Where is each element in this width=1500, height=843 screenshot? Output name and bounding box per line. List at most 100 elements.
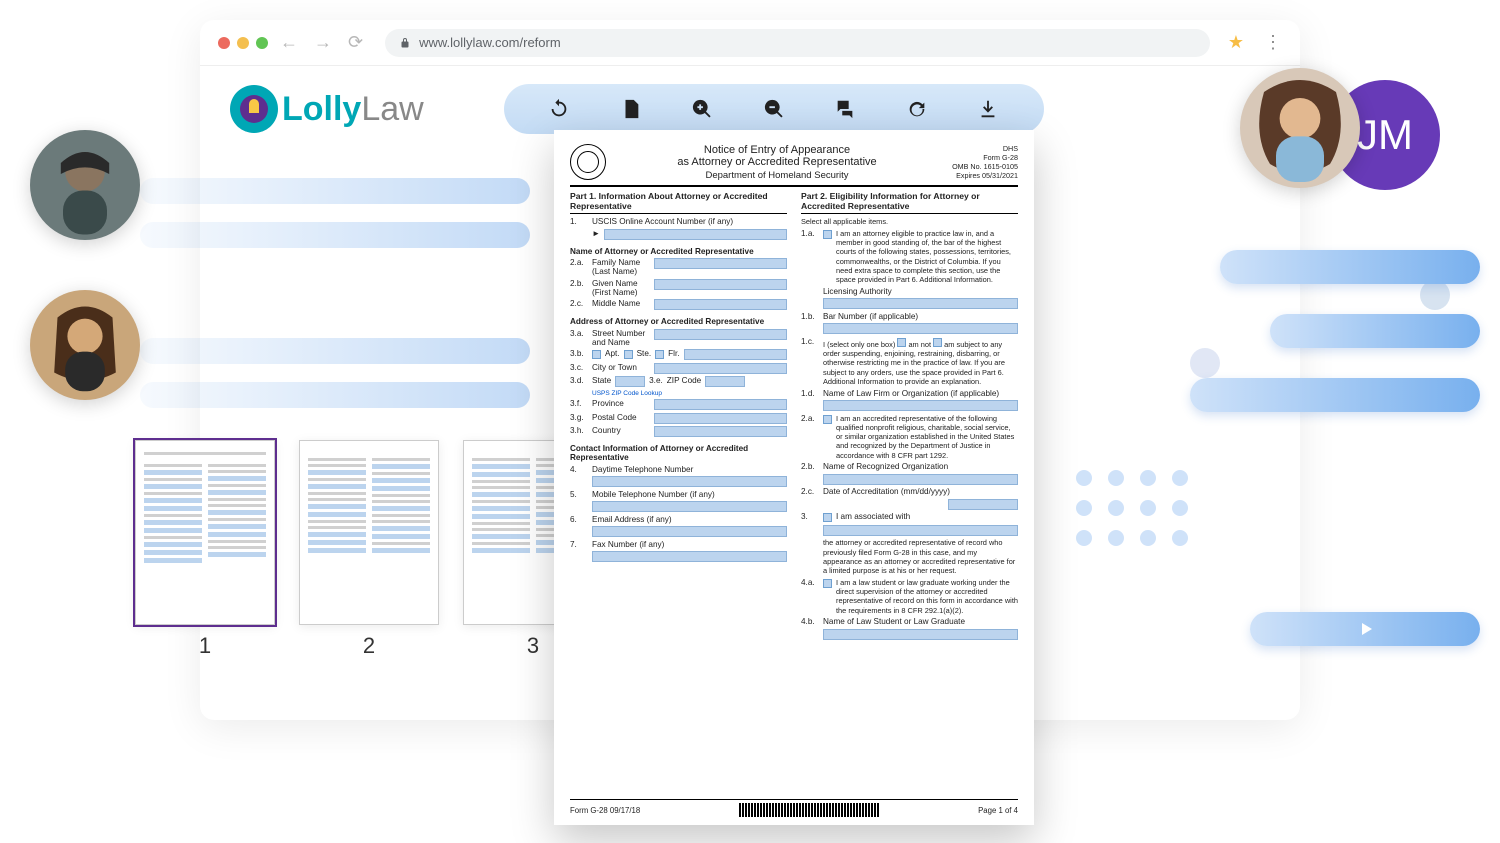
province-field[interactable]: [654, 399, 787, 410]
bookmark-star-icon[interactable]: ★: [1228, 32, 1244, 53]
dhs-seal-icon: [570, 144, 606, 180]
avatar-user-2: [30, 290, 140, 400]
label: Country: [592, 426, 650, 435]
window-maximize-icon[interactable]: [256, 37, 268, 49]
chat-icon[interactable]: [834, 98, 856, 120]
lock-icon: [399, 37, 411, 49]
label: ZIP Code: [667, 376, 701, 385]
uscis-account-field[interactable]: [604, 229, 787, 240]
law-student-checkbox[interactable]: [823, 579, 832, 588]
country-field[interactable]: [654, 426, 787, 437]
street-field[interactable]: [654, 329, 787, 340]
label: Province: [592, 399, 650, 408]
back-button[interactable]: ←: [276, 32, 302, 53]
ste-checkbox[interactable]: [624, 350, 633, 359]
reload-button[interactable]: ⟳: [344, 32, 367, 53]
document-icon[interactable]: [620, 98, 642, 120]
label: USCIS Online Account Number (if any): [592, 217, 733, 226]
associated-checkbox[interactable]: [823, 513, 832, 522]
chat-bubble-left-2: [140, 222, 530, 248]
attorney-checkbox[interactable]: [823, 230, 832, 239]
org-name-field[interactable]: [823, 474, 1018, 485]
form-footer: Form G-28 09/17/18 Page 1 of 4: [570, 799, 1018, 817]
avatar-user-3: [1240, 68, 1360, 188]
label: Daytime Telephone Number: [592, 465, 693, 474]
url-text: www.lollylaw.com/reform: [419, 35, 561, 50]
download-icon[interactable]: [977, 98, 999, 120]
label: the attorney or accredited representativ…: [823, 538, 1018, 575]
chat-bubble-left-1: [140, 178, 530, 204]
thumb-number: 1: [199, 633, 211, 659]
logo[interactable]: LollyLaw: [230, 85, 424, 133]
accredited-rep-checkbox[interactable]: [823, 415, 832, 424]
chat-bubble-right-3: [1190, 378, 1480, 412]
part1-heading: Part 1. Information About Attorney or Ac…: [570, 191, 787, 214]
state-field[interactable]: [615, 376, 645, 387]
label: Mobile Telephone Number (if any): [592, 490, 715, 499]
am-not-checkbox[interactable]: [897, 338, 906, 347]
zoom-in-icon[interactable]: [691, 98, 713, 120]
document-toolbar: [504, 84, 1044, 134]
law-student-name-field[interactable]: [823, 629, 1018, 640]
label: I am a law student or law graduate worki…: [836, 578, 1018, 615]
label: I am an attorney eligible to practice la…: [836, 229, 1018, 285]
licensing-authority-field[interactable]: [823, 298, 1018, 309]
label: Postal Code: [592, 413, 650, 422]
accreditation-date-field[interactable]: [948, 499, 1018, 510]
label: State: [592, 376, 611, 385]
label: I (select only one box): [823, 340, 895, 349]
middle-name-field[interactable]: [654, 299, 787, 310]
meta-expires: Expires 05/31/2021: [948, 171, 1018, 180]
email-field[interactable]: [592, 526, 787, 537]
barcode-icon: [739, 803, 879, 817]
associated-field[interactable]: [823, 525, 1018, 536]
form-title-1: Notice of Entry of Appearance: [606, 144, 948, 156]
footer-page: Page 1 of 4: [978, 806, 1018, 815]
window-close-icon[interactable]: [218, 37, 230, 49]
law-firm-field[interactable]: [823, 400, 1018, 411]
chat-bubble-play[interactable]: [1250, 612, 1480, 646]
label: Ste.: [637, 349, 652, 358]
label: am: [944, 340, 954, 349]
browser-menu-icon[interactable]: ⋮: [1252, 32, 1282, 53]
url-bar[interactable]: www.lollylaw.com/reform: [385, 29, 1210, 57]
refresh-icon[interactable]: [906, 98, 928, 120]
label: I am an accredited representative of the…: [836, 414, 1018, 460]
sync-icon[interactable]: [548, 98, 570, 120]
mobile-phone-field[interactable]: [592, 501, 787, 512]
bar-number-field[interactable]: [823, 323, 1018, 334]
form-part-2: Part 2. Eligibility Information for Atto…: [801, 191, 1018, 642]
thumb-page-1[interactable]: 1: [135, 440, 275, 659]
last-name-field[interactable]: [654, 258, 787, 269]
chat-bubble-left-4: [140, 382, 530, 408]
unit-field[interactable]: [684, 349, 787, 360]
label: Date of Accreditation (mm/dd/yyyy): [823, 487, 950, 496]
label: Bar Number (if applicable): [823, 312, 918, 321]
flr-checkbox[interactable]: [655, 350, 664, 359]
chat-bubble-left-3: [140, 338, 530, 364]
right-chat-bubbles: [1190, 250, 1480, 646]
label: Fax Number (if any): [592, 540, 664, 549]
zoom-out-icon[interactable]: [763, 98, 785, 120]
zip-lookup-link[interactable]: USPS ZIP Code Lookup: [592, 390, 662, 397]
zip-field[interactable]: [705, 376, 745, 387]
window-minimize-icon[interactable]: [237, 37, 249, 49]
logo-text-2: Law: [361, 90, 423, 128]
daytime-phone-field[interactable]: [592, 476, 787, 487]
city-field[interactable]: [654, 363, 787, 374]
label: Street Number and Name: [592, 329, 650, 347]
form-document: Notice of Entry of Appearance as Attorne…: [554, 130, 1034, 825]
meta-agency: DHS: [948, 144, 1018, 153]
label: am not: [908, 340, 931, 349]
browser-chrome-bar: ← → ⟳ www.lollylaw.com/reform ★ ⋮: [200, 20, 1300, 66]
am-checkbox[interactable]: [933, 338, 942, 347]
apt-checkbox[interactable]: [592, 350, 601, 359]
forward-button[interactable]: →: [310, 32, 336, 53]
page-thumbnails: 1 2 3: [135, 440, 603, 659]
fax-field[interactable]: [592, 551, 787, 562]
thumb-page-2[interactable]: 2: [299, 440, 439, 659]
form-part-1: Part 1. Information About Attorney or Ac…: [570, 191, 787, 642]
meta-omb: OMB No. 1615-0105: [948, 162, 1018, 171]
postal-code-field[interactable]: [654, 413, 787, 424]
first-name-field[interactable]: [654, 279, 787, 290]
